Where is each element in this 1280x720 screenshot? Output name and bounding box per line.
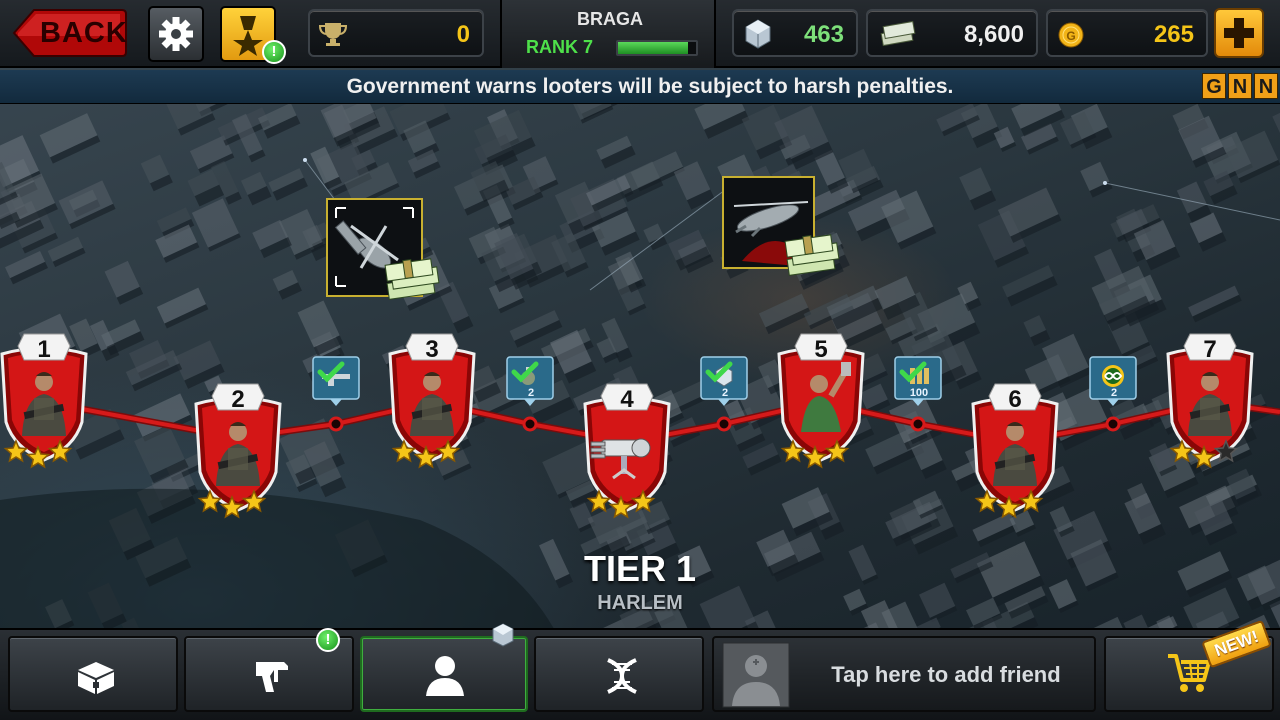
cash-panel: 8,600 [866, 9, 1038, 57]
top-bar: BACK ! 0 BRAGA RANK 7 463 8,600 G 265 [0, 0, 1280, 68]
gem-count: 463 [803, 21, 844, 48]
path-reward[interactable]: 2 [506, 356, 556, 406]
level-node-2[interactable]: 2 [188, 382, 288, 532]
back-button[interactable]: BACK [12, 6, 128, 60]
infinity-ammo-icon [1102, 365, 1124, 387]
avatar-placeholder-icon [722, 642, 790, 708]
add-friend-prompt: Tap here to add friend [831, 662, 1061, 687]
level-node-1[interactable]: 1 [0, 332, 94, 482]
rank-progress-bar [616, 40, 698, 56]
gunship-reward[interactable] [722, 176, 846, 286]
gem-icon [492, 623, 514, 647]
gold-coin-icon: G [1058, 22, 1084, 48]
path-reward[interactable]: 2 [1089, 356, 1139, 406]
reward-badge [312, 356, 360, 406]
reward-badge [700, 356, 748, 406]
gold-count: 265 [1153, 21, 1194, 48]
reward-count: 2 [721, 387, 729, 399]
gnn-logo: G N N [1202, 73, 1278, 99]
player-info: BRAGA RANK 7 [500, 0, 716, 68]
genetics-button[interactable] [534, 636, 704, 712]
path-reward[interactable] [312, 356, 362, 406]
reward-badge [506, 356, 554, 406]
level-node-5[interactable]: 5 [771, 332, 871, 482]
reward-count: 2 [527, 387, 535, 399]
add-currency-button[interactable] [1214, 8, 1264, 58]
notification-badge: ! [262, 40, 286, 64]
level-node-4[interactable]: 4 [577, 382, 677, 532]
achievements-button[interactable]: ! [220, 6, 286, 64]
reward-count: 100 [909, 387, 929, 399]
gold-panel: G 265 [1046, 9, 1208, 57]
path-reward[interactable]: 2 [700, 356, 750, 406]
svg-text:G: G [1066, 29, 1075, 43]
cash-icon [880, 20, 916, 47]
cash-stack-icon [384, 258, 440, 300]
chest-icon [78, 662, 114, 694]
gems-panel: 463 [732, 9, 858, 57]
trophy-panel: 0 [308, 9, 484, 57]
inventory-button[interactable] [8, 636, 178, 712]
game-screen: 2 2 100 2 1 2 3 4 5 6 7 TIER 1 HARLEM BACK ! 0… [0, 0, 1280, 720]
plus-icon [1224, 18, 1254, 48]
back-label: BACK [40, 17, 128, 49]
level-number: 7 [1203, 336, 1217, 363]
cash-count: 8,600 [963, 21, 1024, 48]
logo-letter: N [1254, 73, 1278, 99]
logo-letter: N [1228, 73, 1252, 99]
logo-letter: G [1202, 73, 1226, 99]
news-headline: Government warns looters will be subject… [346, 75, 954, 98]
settings-button[interactable] [148, 6, 204, 62]
helicopter-reward[interactable] [326, 198, 446, 308]
dna-icon [607, 658, 637, 694]
level-number: 4 [620, 386, 634, 413]
weapon-icon [256, 662, 288, 692]
trophy-count: 0 [456, 21, 470, 48]
profile-icon [426, 656, 464, 696]
reward-count: 2 [1110, 387, 1118, 399]
level-node-6[interactable]: 6 [965, 382, 1065, 532]
reward-badge [894, 356, 942, 406]
level-number: 5 [814, 336, 828, 363]
weapons-alert-badge: ! [316, 628, 340, 652]
add-friend-button[interactable]: Tap here to add friend [712, 636, 1096, 712]
player-rank: RANK 7 [526, 37, 594, 57]
gem-icon [745, 19, 771, 49]
gear-icon [159, 17, 193, 51]
tier-region: HARLEM [597, 592, 683, 614]
level-node-3[interactable]: 3 [382, 332, 482, 482]
level-number: 6 [1008, 386, 1022, 413]
player-name: BRAGA [577, 9, 643, 29]
level-node-7[interactable]: 7 [1160, 332, 1260, 482]
cash-stack-icon [784, 234, 840, 276]
rank-progress-fill [618, 42, 689, 54]
reward-badge [1089, 356, 1137, 406]
tier-title: TIER 1 [583, 548, 697, 589]
news-ticker: Government warns looters will be subject… [0, 70, 1280, 104]
trophy-icon [318, 23, 348, 46]
level-number: 1 [37, 336, 51, 363]
cart-icon [1168, 654, 1211, 692]
level-number: 2 [231, 386, 245, 413]
path-reward[interactable]: 100 [894, 356, 944, 406]
level-number: 3 [425, 336, 439, 363]
